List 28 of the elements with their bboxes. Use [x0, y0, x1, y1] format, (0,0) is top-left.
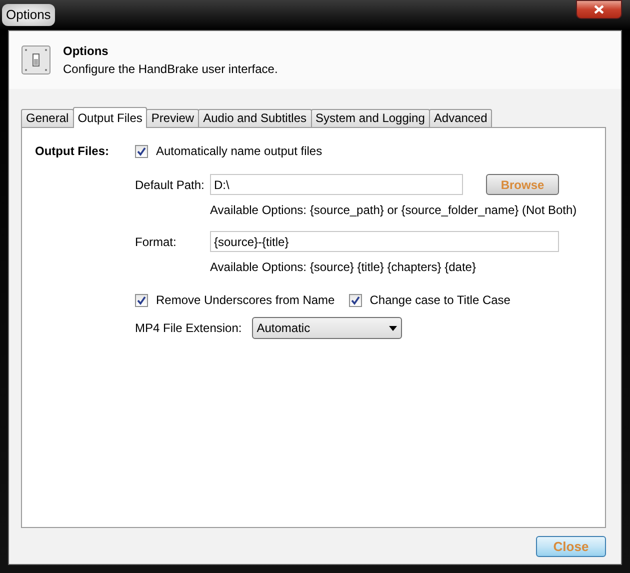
- tab[interactable]: System and Logging: [310, 109, 430, 127]
- checkbox[interactable]: [135, 294, 148, 306]
- checkbox[interactable]: [348, 294, 362, 306]
- field-label: MP4 File Extension:: [135, 320, 242, 337]
- hint-text: Available Options: {source} {title} {chapters} {date}: [210, 259, 477, 276]
- close-button[interactable]: [576, 0, 622, 19]
- tab[interactable]: Preview: [146, 109, 200, 127]
- checkbox-label[interactable]: Change case to Title Case: [370, 291, 510, 309]
- field-label: Format:: [135, 234, 178, 250]
- field-label: Default Path:: [135, 176, 206, 194]
- tab[interactable]: General: [21, 109, 74, 127]
- tab[interactable]: Advanced: [428, 109, 492, 127]
- switch-icon: [21, 45, 51, 75]
- tab[interactable]: Audio and Subtitles: [198, 109, 312, 127]
- window-title: Options: [2, 4, 55, 26]
- close-icon: [594, 5, 604, 14]
- section-label: Output Files:: [35, 143, 110, 160]
- checkbox-label[interactable]: Remove Underscores from Name: [156, 291, 335, 309]
- header-title: Options: [63, 43, 110, 60]
- header-subtitle: Configure the HandBrake user interface.: [63, 61, 278, 78]
- caret-icon: [388, 326, 397, 330]
- checkbox-label[interactable]: Automatically name output files: [156, 142, 322, 160]
- checkbox[interactable]: [135, 144, 148, 158]
- format-field[interactable]: {source}-{title}: [210, 231, 559, 252]
- extension-dropdown[interactable]: Automatic: [252, 317, 402, 339]
- tab[interactable]: Output Files: [72, 107, 148, 128]
- hint-text: Available Options: {source_path} or {source_folder_name} (Not Both): [210, 202, 577, 219]
- default-path-field[interactable]: D:\: [210, 174, 463, 195]
